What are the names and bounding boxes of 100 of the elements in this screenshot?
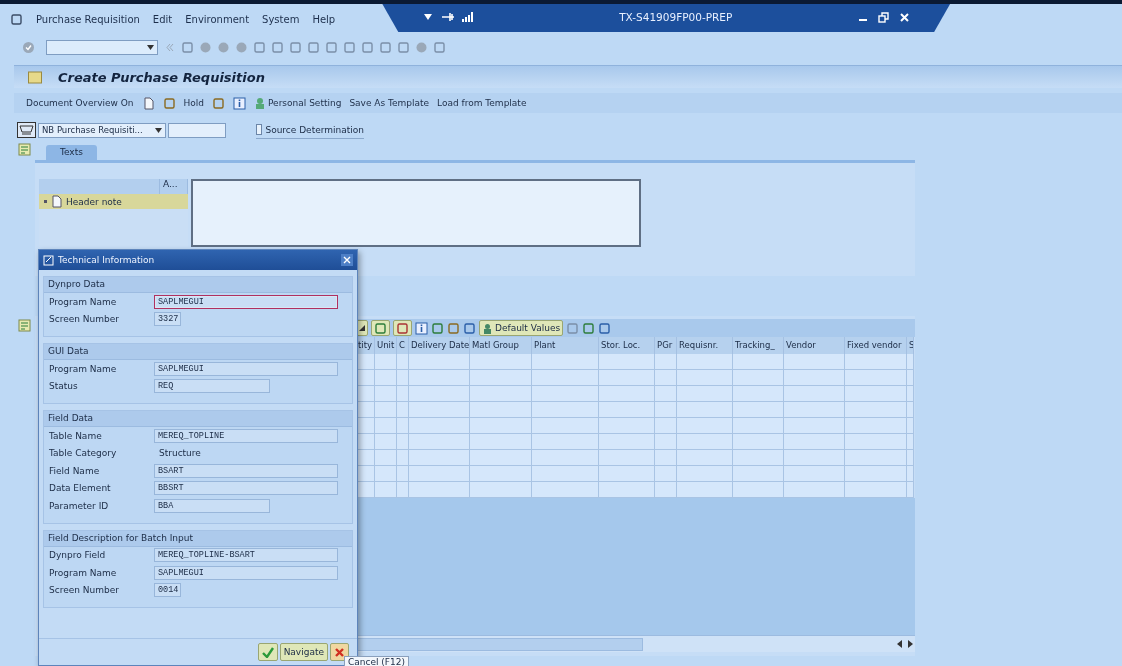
table-cell[interactable] xyxy=(784,450,845,466)
column-header[interactable]: Vendor xyxy=(784,337,845,354)
table-cell[interactable] xyxy=(733,434,784,450)
table-cell[interactable] xyxy=(397,450,409,466)
table-cell[interactable] xyxy=(655,482,677,498)
table-cell[interactable] xyxy=(655,434,677,450)
table-cell[interactable] xyxy=(470,402,532,418)
table-cell[interactable] xyxy=(409,434,470,450)
table-cell[interactable] xyxy=(907,482,914,498)
table-cell[interactable] xyxy=(733,402,784,418)
read-only-field[interactable]: BBA xyxy=(154,498,270,513)
table-cell[interactable] xyxy=(470,434,532,450)
close-icon[interactable] xyxy=(341,254,353,266)
expand-icon[interactable] xyxy=(18,319,31,332)
table-cell[interactable] xyxy=(677,450,733,466)
table-cell[interactable] xyxy=(599,418,655,434)
confirm-button[interactable] xyxy=(257,643,278,661)
document-number-field[interactable] xyxy=(168,122,226,138)
table-cell[interactable] xyxy=(677,402,733,418)
table-cell[interactable] xyxy=(375,482,397,498)
table-cell[interactable] xyxy=(733,482,784,498)
column-header[interactable]: PGr xyxy=(655,337,677,354)
table-cell[interactable] xyxy=(375,370,397,386)
table-cell[interactable] xyxy=(599,402,655,418)
column-header[interactable]: Requisnr. xyxy=(677,337,733,354)
read-only-field[interactable]: 3327 xyxy=(154,312,181,327)
text-editor[interactable] xyxy=(191,179,641,247)
scroll-right-icon[interactable] xyxy=(905,640,915,648)
table-cell[interactable] xyxy=(409,418,470,434)
column-header[interactable]: Stor. Loc. xyxy=(599,337,655,354)
table-cell[interactable] xyxy=(655,370,677,386)
table-cell[interactable] xyxy=(375,354,397,370)
table-cell[interactable] xyxy=(677,466,733,482)
table-cell[interactable] xyxy=(532,370,599,386)
table-cell[interactable] xyxy=(733,386,784,402)
table-cell[interactable] xyxy=(409,450,470,466)
table-cell[interactable] xyxy=(733,370,784,386)
read-only-field[interactable]: MEREQ_TOPLINE-BSART xyxy=(154,548,338,563)
table-cell[interactable] xyxy=(470,370,532,386)
table-cell[interactable] xyxy=(397,434,409,450)
table-cell[interactable] xyxy=(677,418,733,434)
table-cell[interactable] xyxy=(599,386,655,402)
table-cell[interactable] xyxy=(733,466,784,482)
table-cell[interactable] xyxy=(599,482,655,498)
table-cell[interactable] xyxy=(532,434,599,450)
table-cell[interactable] xyxy=(845,482,907,498)
read-only-field[interactable]: SAPLMEGUI xyxy=(154,565,338,580)
table-cell[interactable] xyxy=(409,386,470,402)
read-only-field[interactable]: REQ xyxy=(154,379,270,394)
menu-item[interactable]: Purchase Requisition xyxy=(36,13,140,25)
table-cell[interactable] xyxy=(845,354,907,370)
menu-item[interactable]: Edit xyxy=(152,13,173,25)
dropdown-arrow-icon[interactable] xyxy=(155,127,162,133)
tab[interactable]: Texts xyxy=(46,145,97,160)
default-values-button[interactable]: Default Values xyxy=(479,320,564,336)
table-cell[interactable] xyxy=(532,402,599,418)
table-cell[interactable] xyxy=(470,450,532,466)
column-header[interactable]: Matl Group xyxy=(470,337,532,354)
command-field[interactable] xyxy=(46,39,158,55)
table-cell[interactable] xyxy=(409,370,470,386)
table-cell[interactable] xyxy=(409,482,470,498)
close-icon[interactable] xyxy=(899,11,911,23)
table-cell[interactable] xyxy=(655,418,677,434)
table-cell[interactable] xyxy=(784,482,845,498)
table-cell[interactable] xyxy=(784,370,845,386)
table-cell[interactable] xyxy=(375,466,397,482)
scroll-left-icon[interactable] xyxy=(895,640,905,648)
table-cell[interactable] xyxy=(784,386,845,402)
read-only-field[interactable]: BBSRT xyxy=(154,481,338,496)
table-cell[interactable] xyxy=(907,450,914,466)
table-cell[interactable] xyxy=(907,370,914,386)
cart-icon[interactable] xyxy=(17,122,36,138)
table-cell[interactable] xyxy=(733,450,784,466)
table-cell[interactable] xyxy=(397,482,409,498)
table-cell[interactable] xyxy=(397,418,409,434)
table-cell[interactable] xyxy=(845,434,907,450)
table-cell[interactable] xyxy=(784,354,845,370)
table-cell[interactable] xyxy=(845,466,907,482)
column-header[interactable]: Delivery Date xyxy=(409,337,470,354)
document-type-dropdown[interactable]: NB Purchase Requisiti... xyxy=(38,122,166,138)
table-cell[interactable] xyxy=(409,354,470,370)
read-only-field[interactable]: SAPLMEGUI xyxy=(154,294,338,309)
table-cell[interactable] xyxy=(532,450,599,466)
table-cell[interactable] xyxy=(409,402,470,418)
table-cell[interactable] xyxy=(677,482,733,498)
table-cell[interactable] xyxy=(784,434,845,450)
info-icon[interactable] xyxy=(415,321,428,335)
table-cell[interactable] xyxy=(532,466,599,482)
table-cell[interactable] xyxy=(532,418,599,434)
column-header[interactable]: C xyxy=(397,337,409,354)
toolbar-button[interactable]: Hold xyxy=(183,98,204,108)
table-cell[interactable] xyxy=(375,418,397,434)
pin-icon[interactable] xyxy=(441,12,456,22)
menu-item[interactable]: Help xyxy=(312,13,336,25)
table-cell[interactable] xyxy=(655,466,677,482)
table-cell[interactable] xyxy=(907,386,914,402)
table-cell[interactable] xyxy=(397,402,409,418)
column-header[interactable]: Fixed vendor xyxy=(845,337,907,354)
check-icon[interactable] xyxy=(22,40,35,54)
table-cell[interactable] xyxy=(397,354,409,370)
